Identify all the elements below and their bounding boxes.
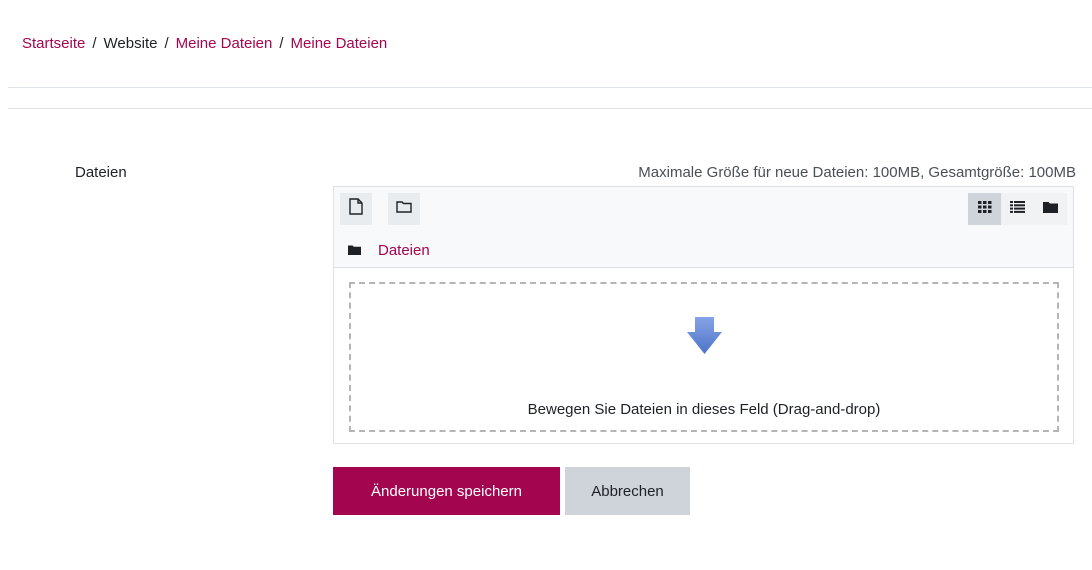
tree-view-button[interactable] xyxy=(1034,193,1067,225)
save-changes-button[interactable]: Änderungen speichern xyxy=(333,467,560,515)
breadcrumb-item-website: Website xyxy=(103,35,158,52)
grid-view-button[interactable] xyxy=(968,193,1001,225)
drop-zone[interactable]: Bewegen Sie Dateien in dieses Feld (Drag… xyxy=(349,282,1059,432)
breadcrumb-separator: / xyxy=(92,35,97,52)
path-folder-link[interactable]: Dateien xyxy=(378,241,430,261)
file-manager: Dateien Bewegen Sie Dateien in dieses Fe… xyxy=(333,186,1074,444)
list-view-icon xyxy=(1010,200,1025,218)
breadcrumb-item-my-files-current[interactable]: Meine Dateien xyxy=(291,35,388,52)
breadcrumb-separator: / xyxy=(279,35,284,52)
list-view-button[interactable] xyxy=(1001,193,1034,225)
drop-zone-text: Bewegen Sie Dateien in dieses Feld (Drag… xyxy=(527,401,881,418)
breadcrumb-item-my-files[interactable]: Meine Dateien xyxy=(176,35,273,52)
folder-icon xyxy=(1043,200,1058,218)
add-file-button[interactable] xyxy=(340,193,372,225)
folder-icon xyxy=(348,241,361,261)
divider xyxy=(8,108,1092,109)
breadcrumb: Startseite / Website / Meine Dateien / Meine D… xyxy=(22,34,387,54)
divider xyxy=(8,87,1092,88)
file-manager-toolbar: Dateien xyxy=(334,187,1073,268)
folder-create-icon xyxy=(396,200,412,218)
create-folder-button[interactable] xyxy=(388,193,420,225)
size-limit-info: Maximale Größe für neue Dateien: 100MB, … xyxy=(638,164,1076,181)
grid-view-icon xyxy=(977,200,992,218)
breadcrumb-separator: / xyxy=(164,35,169,52)
file-add-icon xyxy=(349,198,363,220)
view-switcher xyxy=(968,193,1067,225)
file-path-bar: Dateien xyxy=(348,241,430,261)
down-arrow-icon xyxy=(687,317,722,359)
cancel-button[interactable]: Abbrechen xyxy=(565,467,690,515)
page: Startseite / Website / Meine Dateien / Meine D… xyxy=(0,0,1092,570)
files-field-label: Dateien xyxy=(75,164,127,181)
breadcrumb-item-home[interactable]: Startseite xyxy=(22,35,85,52)
